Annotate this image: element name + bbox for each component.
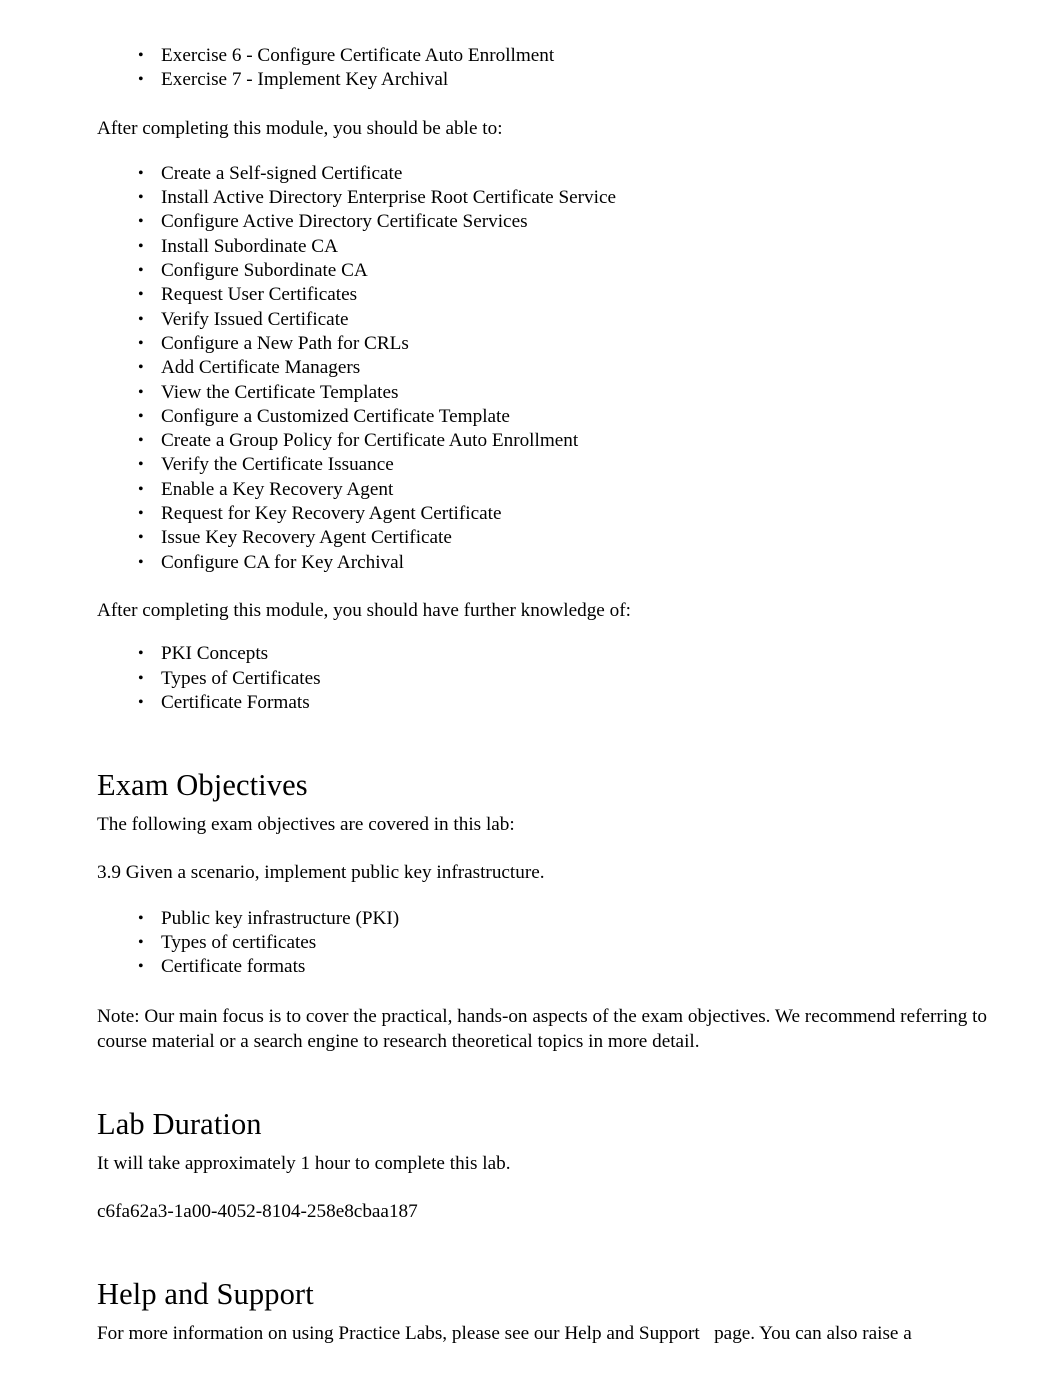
list-item-label: Add Certificate Managers — [161, 357, 361, 379]
list-item: Configure CA for Key Archival — [97, 551, 992, 576]
exam-objectives-list: Public key infrastructure (PKI) Types of… — [97, 907, 992, 980]
objectives-intro-paragraph: After completing this module, you should… — [97, 117, 503, 139]
list-item-label: Exercise 6 - Configure Certificate Auto … — [161, 45, 555, 66]
list-item: Configure a Customized Certificate Templ… — [97, 405, 992, 430]
list-item-label: Configure Active Directory Certificate S… — [161, 211, 528, 233]
list-item: Enable a Key Recovery Agent — [97, 478, 992, 503]
list-item-label: Create a Group Policy for Certificate Au… — [161, 430, 579, 452]
list-item: Certificate formats — [97, 955, 992, 980]
list-item-label: Enable a Key Recovery Agent — [161, 478, 394, 500]
list-item-label: Exercise 7 - Implement Key Archival — [161, 69, 449, 91]
list-item: Verify Issued Certificate — [97, 308, 992, 333]
list-item: Public key infrastructure (PKI) — [97, 907, 992, 932]
help-text-after: page. You can also raise a — [699, 1323, 912, 1345]
list-item-label: Install Active Directory Enterprise Root… — [161, 187, 617, 209]
list-item-label: Types of certificates — [161, 932, 317, 954]
list-item: Configure Active Directory Certificate S… — [97, 210, 992, 235]
list-item-label: Request for Key Recovery Agent Certifica… — [161, 503, 502, 525]
list-item-label: Create a Self-signed Certificate — [161, 162, 403, 184]
list-item: Install Subordinate CA — [97, 235, 992, 260]
exam-objectives-intro: The following exam objectives are covere… — [97, 814, 515, 836]
list-item-label: PKI Concepts — [161, 643, 269, 665]
list-item: Create a Self-signed Certificate — [97, 162, 992, 187]
document-page: Exercise 6 - Configure Certificate Auto … — [0, 0, 1062, 1376]
exercise-list: Exercise 6 - Configure Certificate Auto … — [97, 44, 992, 93]
list-item: Exercise 7 - Implement Key Archival — [97, 68, 992, 93]
list-item-label: Public key infrastructure (PKI) — [161, 907, 400, 929]
exam-objectives-note: Note: Our main focus is to cover the pra… — [97, 1005, 988, 1052]
list-item-label: View the Certificate Templates — [161, 381, 399, 403]
list-item: Install Active Directory Enterprise Root… — [97, 186, 992, 211]
list-item-label: Configure CA for Key Archival — [161, 551, 404, 573]
help-and-support-paragraph: For more information on using Practice L… — [97, 1322, 992, 1346]
knowledge-intro-paragraph: After completing this module, you should… — [97, 599, 631, 621]
list-item-label: Issue Key Recovery Agent Certificate — [161, 527, 452, 549]
list-item: Request User Certificates — [97, 283, 992, 308]
help-and-support-link[interactable]: Help and Support — [564, 1323, 699, 1344]
list-item-label: Configure Subordinate CA — [161, 260, 368, 282]
list-item: Types of Certificates — [97, 667, 992, 692]
lab-guid: c6fa62a3-1a00-4052-8104-258e8cbaa187 — [97, 1200, 418, 1222]
list-item-label: Types of Certificates — [161, 667, 321, 689]
exam-objective-statement: 3.9 Given a scenario, implement public k… — [97, 862, 545, 884]
list-item: Types of certificates — [97, 931, 992, 956]
list-item-label: Request User Certificates — [161, 284, 358, 306]
list-item: Configure a New Path for CRLs — [97, 332, 992, 357]
exam-objectives-heading: Exam Objectives — [97, 768, 308, 803]
knowledge-list: PKI Concepts Types of Certificates Certi… — [97, 642, 992, 715]
help-and-support-heading: Help and Support — [97, 1277, 314, 1312]
lab-duration-heading: Lab Duration — [97, 1106, 262, 1141]
list-item-label: Configure a New Path for CRLs — [161, 332, 409, 354]
list-item-label: Configure a Customized Certificate Templ… — [161, 405, 510, 427]
list-item: PKI Concepts — [97, 642, 992, 667]
objectives-list: Create a Self-signed Certificate Install… — [97, 162, 992, 575]
list-item: Exercise 6 - Configure Certificate Auto … — [97, 44, 992, 69]
lab-duration-text: It will take approximately 1 hour to com… — [97, 1152, 511, 1174]
list-item-label: Install Subordinate CA — [161, 235, 338, 257]
list-item: Create a Group Policy for Certificate Au… — [97, 429, 992, 454]
list-item-label: Verify the Certificate Issuance — [161, 454, 394, 476]
list-item-label: Certificate Formats — [161, 691, 310, 713]
list-item: Configure Subordinate CA — [97, 259, 992, 284]
help-text-before: For more information on using Practice L… — [97, 1323, 565, 1345]
list-item-label: Certificate formats — [161, 956, 306, 978]
list-item: View the Certificate Templates — [97, 381, 992, 406]
list-item-label: Verify Issued Certificate — [161, 308, 349, 330]
list-item: Add Certificate Managers — [97, 356, 992, 381]
list-item: Request for Key Recovery Agent Certifica… — [97, 502, 992, 527]
list-item: Verify the Certificate Issuance — [97, 453, 992, 478]
list-item: Issue Key Recovery Agent Certificate — [97, 526, 992, 551]
list-item: Certificate Formats — [97, 691, 992, 716]
